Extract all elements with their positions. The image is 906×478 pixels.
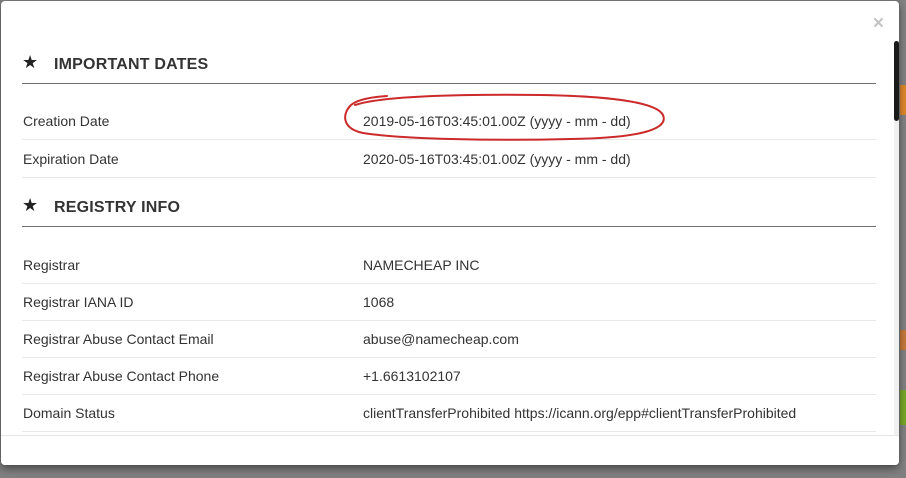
table-row: Domain Status clientTransferProhibited h… bbox=[22, 394, 876, 432]
star-icon: ★ bbox=[22, 195, 39, 215]
scrollbar-thumb[interactable] bbox=[894, 41, 899, 121]
scrollbar[interactable] bbox=[894, 41, 899, 435]
row-label: Registrar Abuse Contact Phone bbox=[23, 368, 220, 384]
row-label: Expiration Date bbox=[23, 151, 119, 167]
background-orange-accent bbox=[900, 85, 906, 115]
row-label: Registrar bbox=[23, 257, 80, 273]
row-label: Domain Status bbox=[23, 405, 115, 421]
table-row: Registrar NAMECHEAP INC bbox=[22, 246, 876, 284]
background-accent bbox=[900, 330, 906, 350]
table-row: Registrar IANA ID 1068 bbox=[22, 283, 876, 321]
row-label: Creation Date bbox=[23, 113, 110, 129]
background-page-bottom bbox=[0, 466, 906, 478]
row-value: +1.6613102107 bbox=[363, 368, 461, 384]
row-value: clientTransferProhibited https://icann.o… bbox=[363, 405, 797, 421]
modal-footer bbox=[1, 435, 899, 465]
table-row: Creation Date 2019-05-16T03:45:01.00Z (y… bbox=[22, 102, 876, 140]
table-row: Registrar Abuse Contact Email abuse@name… bbox=[22, 320, 876, 358]
row-value: NAMECHEAP INC bbox=[363, 257, 480, 273]
section-title: REGISTRY INFO bbox=[54, 199, 181, 216]
row-value: abuse@namecheap.com bbox=[363, 331, 519, 347]
row-label: Registrar IANA ID bbox=[23, 294, 134, 310]
modal-body[interactable]: ★ IMPORTANT DATES Creation Date 2019-05-… bbox=[1, 41, 894, 435]
row-label: Registrar Abuse Contact Email bbox=[23, 331, 214, 347]
row-value: 2020-05-16T03:45:01.00Z (yyyy - mm - dd) bbox=[363, 151, 631, 167]
row-value: 2019-05-16T03:45:01.00Z (yyyy - mm - dd) bbox=[363, 113, 631, 129]
table-row: Expiration Date 2020-05-16T03:45:01.00Z … bbox=[22, 140, 876, 178]
whois-modal: × ★ IMPORTANT DATES Creation Date 2019-0… bbox=[1, 1, 899, 465]
section-registry-info-header: ★ REGISTRY INFO bbox=[22, 184, 876, 227]
section-important-dates-header: ★ IMPORTANT DATES bbox=[22, 41, 876, 84]
background-green-accent bbox=[900, 390, 906, 425]
close-icon[interactable]: × bbox=[873, 14, 884, 33]
section-title: IMPORTANT DATES bbox=[54, 56, 209, 73]
table-row: Registrar Abuse Contact Phone +1.6613102… bbox=[22, 357, 876, 395]
star-icon: ★ bbox=[22, 52, 39, 72]
row-value: 1068 bbox=[363, 294, 395, 310]
